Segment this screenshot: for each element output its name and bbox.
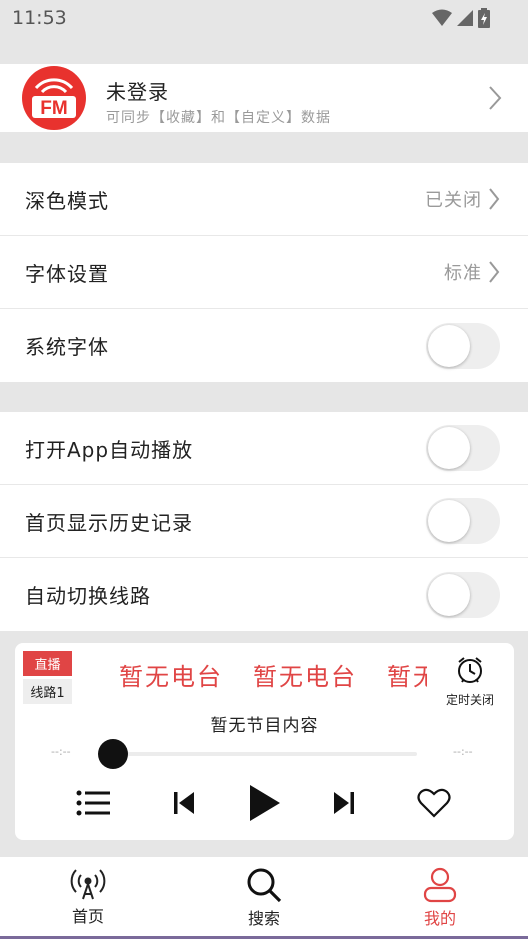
- chevron-right-icon: [489, 86, 502, 110]
- autoplay-toggle[interactable]: [426, 425, 500, 471]
- system-font-label: 系统字体: [25, 335, 109, 359]
- live-badge: 直播: [23, 651, 72, 676]
- playlist-button[interactable]: [75, 781, 111, 825]
- display-settings-group: 深色模式 已关闭 字体设置 标准 系统字体: [0, 163, 528, 382]
- previous-button[interactable]: [170, 781, 198, 825]
- tab-search-label: 搜索: [247, 909, 280, 928]
- total-time: --:--: [453, 745, 473, 758]
- tab-mine[interactable]: 我的: [352, 857, 528, 939]
- font-settings-value: 标准: [444, 263, 482, 284]
- battery-icon: [478, 8, 490, 28]
- play-icon: [250, 785, 280, 821]
- station-name: 暂无电台: [119, 663, 223, 691]
- chevron-right-icon: [489, 261, 500, 283]
- tab-mine-label: 我的: [423, 909, 456, 928]
- font-settings-label: 字体设置: [25, 261, 109, 286]
- search-icon: [247, 868, 282, 903]
- mini-player: 直播 线路1 暂无电台 暂无电台 暂无电台 定时关闭 暂无节目内容 --:-- --…: [15, 643, 514, 840]
- radio-icon: [70, 869, 106, 900]
- toggle-knob: [428, 500, 470, 542]
- dark-mode-row[interactable]: 深色模式 已关闭: [0, 163, 528, 236]
- previous-icon: [174, 792, 194, 814]
- user-icon: [423, 867, 457, 903]
- program-info: 暂无节目内容: [210, 716, 319, 736]
- progress-track[interactable]: [110, 752, 417, 756]
- history-toggle[interactable]: [426, 498, 500, 544]
- chevron-right-icon: [489, 188, 500, 210]
- tab-home[interactable]: 首页: [0, 857, 176, 939]
- alarm-clock-icon: [458, 657, 482, 683]
- playlist-icon: [76, 790, 110, 816]
- progress-thumb[interactable]: [98, 739, 128, 769]
- station-name: 暂无电台: [387, 663, 427, 691]
- history-label: 首页显示历史记录: [25, 510, 193, 535]
- system-font-toggle[interactable]: [426, 322, 500, 369]
- dark-mode-value: 已关闭: [425, 190, 482, 211]
- font-settings-row[interactable]: 字体设置 标准: [0, 236, 528, 309]
- play-button[interactable]: [244, 781, 284, 825]
- system-font-row: 系统字体: [0, 309, 528, 382]
- dark-mode-label: 深色模式: [25, 188, 109, 213]
- toggle-knob: [428, 324, 470, 367]
- status-time: 11:53: [12, 7, 67, 29]
- autoplay-label: 打开App自动播放: [25, 437, 194, 462]
- auto-switch-line-row: 自动切换线路: [0, 558, 528, 631]
- tab-search[interactable]: 搜索: [176, 857, 352, 939]
- favorite-button[interactable]: [415, 781, 453, 825]
- account-card[interactable]: FM 未登录 可同步【收藏】和【自定义】数据: [0, 64, 528, 132]
- next-icon: [334, 792, 354, 814]
- playback-settings-group: 打开App自动播放 首页显示历史记录 自动切换线路: [0, 412, 528, 631]
- tab-home-label: 首页: [71, 907, 104, 926]
- account-subtitle: 可同步【收藏】和【自定义】数据: [106, 110, 331, 126]
- fm-logo-icon: FM: [22, 66, 86, 130]
- heart-icon: [417, 788, 451, 818]
- player-controls: [15, 781, 514, 825]
- fm-logo-text: FM: [40, 98, 67, 119]
- toggle-knob: [428, 427, 470, 469]
- toggle-knob: [428, 573, 470, 616]
- station-name: 暂无电台: [253, 663, 357, 691]
- sleep-timer-label: 定时关闭: [445, 693, 494, 707]
- elapsed-time: --:--: [51, 745, 71, 758]
- bottom-tab-bar: 首页 搜索 我的: [0, 857, 528, 939]
- history-row: 首页显示历史记录: [0, 485, 528, 558]
- line-badge[interactable]: 线路1: [23, 679, 72, 704]
- wifi-icon: [432, 9, 452, 26]
- autoplay-row: 打开App自动播放: [0, 412, 528, 485]
- signal-icon: [457, 10, 473, 26]
- auto-switch-line-toggle[interactable]: [426, 571, 500, 618]
- sleep-timer-button[interactable]: 定时关闭: [442, 655, 498, 708]
- status-bar: 11:53: [0, 0, 528, 36]
- status-icons: [432, 8, 490, 28]
- next-button[interactable]: [330, 781, 358, 825]
- account-title: 未登录: [106, 80, 169, 104]
- station-marquee: 暂无电台 暂无电台 暂无电台: [119, 657, 427, 697]
- auto-switch-line-label: 自动切换线路: [25, 584, 151, 608]
